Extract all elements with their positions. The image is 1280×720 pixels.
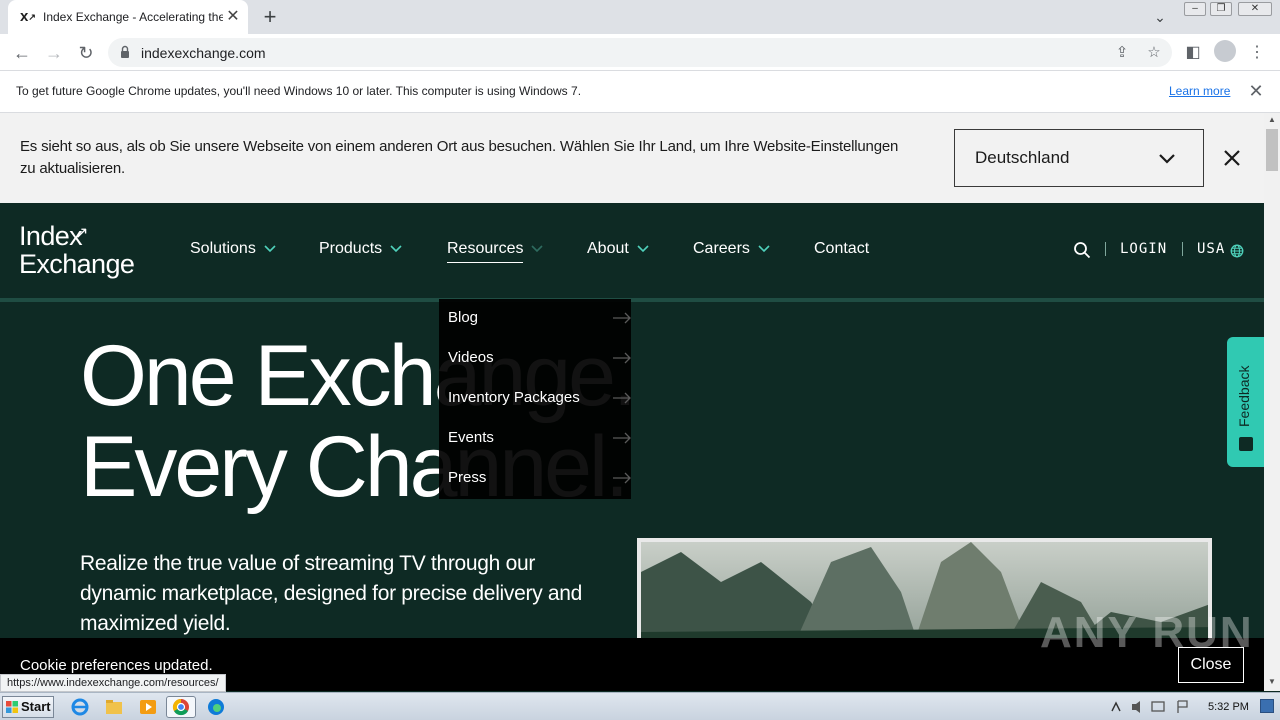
country-banner: Es sieht so aus, als ob Sie unsere Webse… (0, 113, 1264, 203)
back-arrow-icon[interactable]: ← (9, 40, 35, 66)
nav-solutions[interactable]: Solutions (190, 240, 276, 264)
dropdown-item-label: Inventory Packages (448, 389, 580, 406)
internet-explorer-icon[interactable] (68, 696, 92, 718)
dropdown-item-events[interactable]: Events (448, 419, 631, 459)
address-bar[interactable]: indexexchange.com ⇪ ☆ (108, 38, 1172, 67)
system-tray (1104, 695, 1280, 719)
arrow-right-icon (613, 392, 631, 404)
nav-contact[interactable]: Contact (814, 240, 869, 264)
anyrun-watermark: ANY RUN (1040, 608, 1254, 657)
region-selector[interactable]: USA (1197, 241, 1225, 257)
arrow-right-icon (613, 312, 631, 324)
cookie-message: Cookie preferences updated. (20, 657, 213, 674)
hero-subtitle: Realize the true value of streaming TV t… (80, 552, 583, 635)
nav-bottom-border (0, 298, 1264, 302)
dropdown-item-label: Press (448, 469, 487, 486)
browser-tab[interactable]: x↗ Index Exchange - Accelerating the E ✕ (8, 0, 248, 34)
nav-products[interactable]: Products (319, 240, 402, 264)
logo-line-1: Index (19, 221, 83, 251)
index-exchange-logo[interactable]: Index ↗ Exchange (19, 220, 149, 282)
nav-resources[interactable]: Resources (447, 240, 544, 264)
nav-divider (1182, 242, 1183, 256)
start-button[interactable]: Start (2, 696, 54, 718)
restore-button[interactable]: ❐ (1210, 2, 1232, 16)
dropdown-item-label: Videos (448, 349, 494, 366)
windows-taskbar: Start 5:32 PM (0, 692, 1280, 720)
forward-arrow-icon[interactable]: → (41, 40, 67, 66)
country-banner-text: Es sieht so aus, als ob Sie unsere Webse… (20, 138, 899, 177)
status-bar-url: https://www.indexexchange.com/resources/ (0, 674, 226, 692)
tray-icons[interactable] (1104, 695, 1204, 719)
arrow-right-icon (613, 352, 631, 364)
reload-icon[interactable]: ↻ (73, 40, 99, 66)
start-label: Start (21, 699, 51, 714)
taskbar-clock: 5:32 PM (1208, 701, 1249, 713)
globe-icon[interactable] (1230, 244, 1244, 258)
login-link[interactable]: LOGIN (1120, 241, 1167, 257)
scroll-thumb[interactable] (1266, 129, 1278, 171)
url-text: indexexchange.com (141, 45, 266, 61)
dropdown-item-blog[interactable]: Blog (448, 299, 631, 339)
resources-dropdown: Blog Videos Inventory Packages Events Pr… (439, 299, 631, 499)
new-tab-button[interactable]: + (258, 5, 282, 29)
nav-about[interactable]: About (587, 240, 649, 264)
scroll-up-arrow-icon[interactable]: ▲ (1264, 113, 1280, 127)
page-scrollbar[interactable]: ▲ ▼ (1264, 113, 1280, 691)
scroll-down-arrow-icon[interactable]: ▼ (1264, 675, 1280, 689)
kebab-menu-icon[interactable]: ⋮ (1244, 40, 1270, 66)
search-icon[interactable] (1073, 241, 1091, 259)
country-select[interactable]: Deutschland (954, 129, 1204, 187)
country-select-value: Deutschland (975, 148, 1070, 167)
tab-title: Index Exchange - Accelerating the E (43, 10, 223, 24)
edge-icon[interactable] (204, 696, 228, 718)
arrow-right-icon (613, 472, 631, 484)
windows-logo-icon (6, 701, 18, 713)
chevron-down-icon (637, 245, 649, 252)
tab-close-icon[interactable]: ✕ (224, 8, 242, 26)
dropdown-item-label: Blog (448, 309, 479, 326)
show-desktop-icon[interactable] (1260, 699, 1274, 713)
chevron-down-icon (758, 245, 770, 252)
dropdown-item-label: Events (448, 429, 494, 446)
chevron-down-icon (264, 245, 276, 252)
arrow-right-icon (613, 432, 631, 444)
share-icon[interactable]: ⇪ (1111, 42, 1133, 64)
update-infobar: To get future Google Chrome updates, you… (0, 71, 1280, 113)
nav-active-underline (447, 262, 523, 263)
close-window-button[interactable]: ✕ (1238, 2, 1272, 16)
chrome-taskbar-icon[interactable] (166, 696, 196, 718)
media-player-icon[interactable] (136, 696, 160, 718)
tab-strip: x↗ Index Exchange - Accelerating the E ✕… (0, 0, 1280, 34)
bookmark-star-icon[interactable]: ☆ (1143, 42, 1165, 64)
feedback-icon (1239, 437, 1253, 451)
logo-line-2: Exchange (19, 249, 135, 279)
feedback-tab[interactable]: Feedback (1227, 337, 1264, 467)
chevron-up-icon (531, 245, 544, 252)
logo-arrow-icon: ↗ (75, 225, 88, 242)
learn-more-link[interactable]: Learn more (1169, 84, 1230, 98)
file-explorer-icon[interactable] (102, 696, 126, 718)
profile-avatar[interactable] (1214, 40, 1236, 62)
x-logo-icon: x↗ (20, 8, 36, 25)
infobar-message: To get future Google Chrome updates, you… (16, 84, 582, 98)
chevron-down-icon (1159, 154, 1175, 164)
minimize-button[interactable]: – (1184, 2, 1206, 16)
close-icon[interactable] (1220, 146, 1244, 170)
lock-icon (121, 45, 129, 58)
nav-divider (1105, 242, 1106, 256)
dropdown-item-inventory-packages[interactable]: Inventory Packages (448, 379, 631, 419)
chevron-down-icon (390, 245, 402, 252)
dropdown-item-press[interactable]: Press (448, 459, 631, 499)
feedback-label: Feedback (1236, 365, 1252, 427)
tab-search-chevron-icon[interactable]: ⌄ (1150, 7, 1170, 27)
nav-careers[interactable]: Careers (693, 240, 770, 264)
site-page: Index ↗ Exchange Solutions Products Reso… (0, 203, 1264, 638)
infobar-close-icon[interactable]: ✕ (1247, 81, 1265, 101)
dropdown-item-videos[interactable]: Videos (448, 339, 631, 379)
browser-toolbar: ← → ↻ indexexchange.com ⇪ ☆ ◧ ⋮ (0, 34, 1280, 71)
side-panel-icon[interactable]: ◧ (1180, 40, 1206, 66)
